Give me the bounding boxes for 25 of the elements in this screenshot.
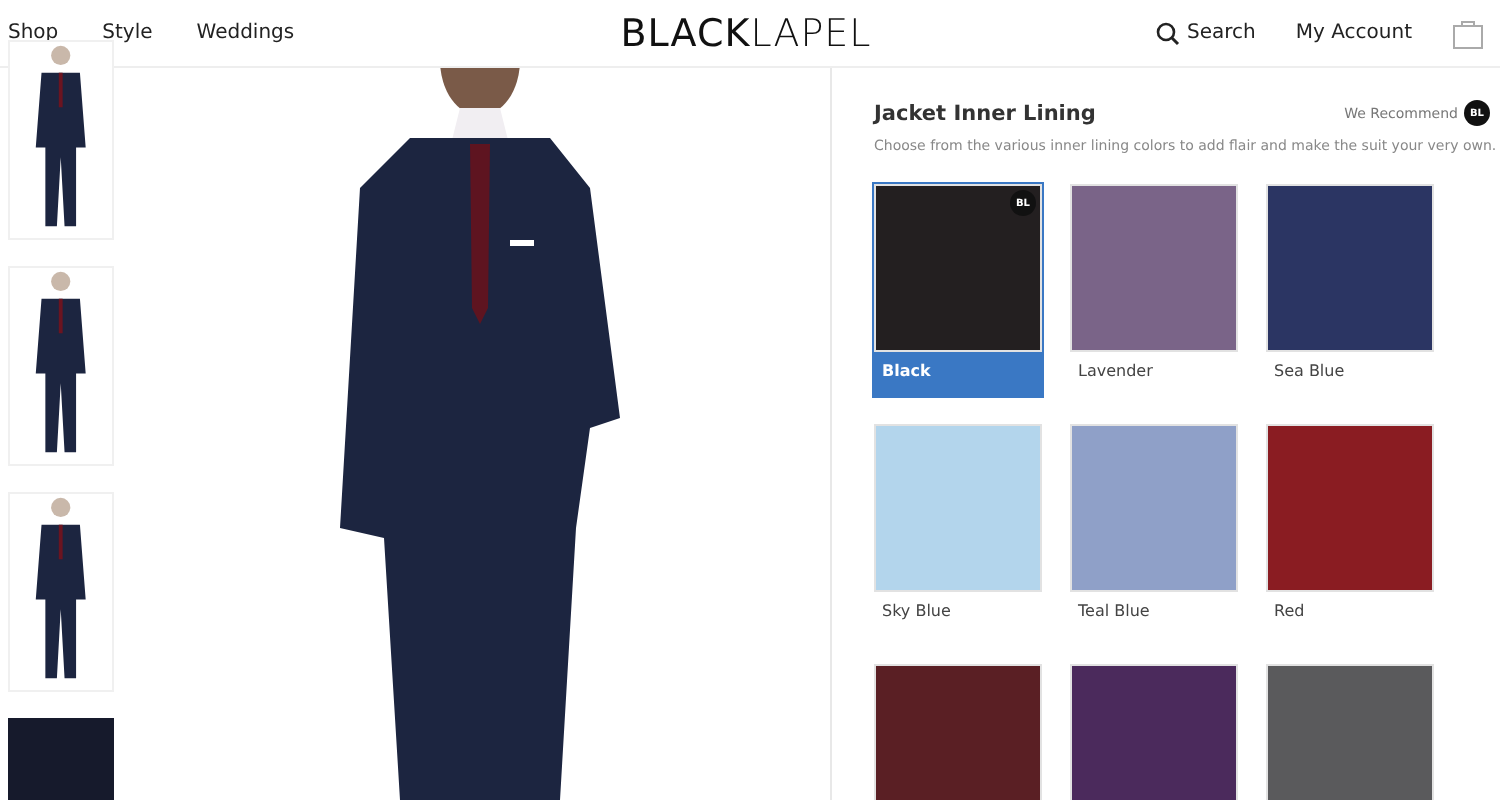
search-icon bbox=[1155, 21, 1180, 45]
option-label: Black bbox=[880, 360, 933, 384]
option-label: Teal Blue bbox=[1076, 600, 1152, 624]
fabric-swatch[interactable] bbox=[874, 664, 1042, 800]
suit-thumbnail[interactable] bbox=[8, 492, 114, 692]
lining-option[interactable]: Sky Blue bbox=[874, 424, 1042, 636]
brand-logo[interactable]: BLACKLAPEL bbox=[620, 11, 872, 55]
search-button[interactable]: Search bbox=[1155, 21, 1256, 45]
lining-option[interactable]: Teal Blue bbox=[1070, 424, 1238, 636]
suit-thumbnail[interactable] bbox=[8, 266, 114, 466]
option-label: Lavender bbox=[1076, 360, 1155, 384]
account-link[interactable]: My Account bbox=[1295, 22, 1412, 44]
lining-option[interactable]: Red bbox=[1266, 424, 1434, 636]
fabric-swatch[interactable] bbox=[1266, 664, 1434, 800]
nav-link[interactable]: Style bbox=[102, 22, 153, 44]
fabric-swatch[interactable] bbox=[1070, 664, 1238, 800]
section-title: Jacket Inner Lining bbox=[874, 101, 1096, 125]
lining-option[interactable]: Sea Blue bbox=[1266, 184, 1434, 396]
lining-option[interactable]: Lavender bbox=[1070, 184, 1238, 396]
nav-link[interactable]: Weddings bbox=[196, 22, 295, 44]
option-label: Sea Blue bbox=[1272, 360, 1347, 384]
nav-link[interactable]: Shop bbox=[8, 22, 59, 44]
suit-thumbnail[interactable] bbox=[8, 40, 114, 240]
option-label: Red bbox=[1272, 600, 1307, 624]
option-label: Sky Blue bbox=[880, 600, 953, 624]
